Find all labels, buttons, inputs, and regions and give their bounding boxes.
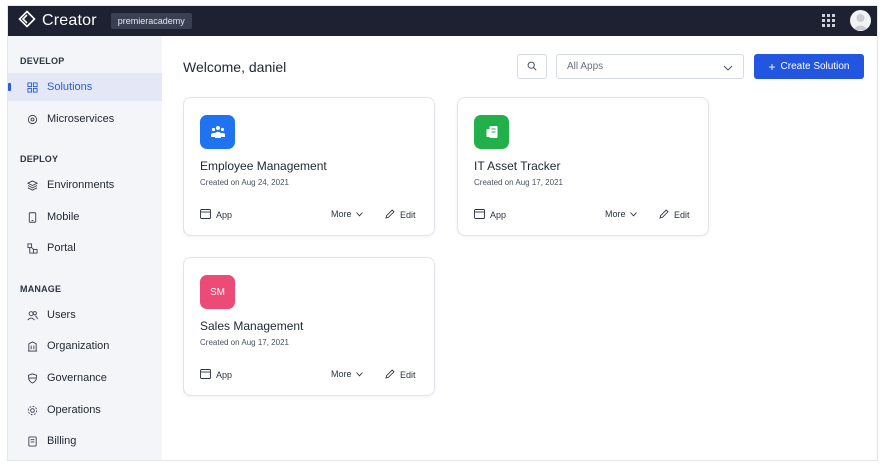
card-edit-button[interactable]: Edit xyxy=(385,209,416,221)
pencil-icon xyxy=(659,209,674,221)
sidebar-item-solutions[interactable]: Solutions xyxy=(8,73,162,101)
microservice-icon xyxy=(26,113,38,125)
people-icon xyxy=(200,115,235,149)
sidebar-item-label: Governance xyxy=(47,372,107,384)
active-indicator xyxy=(8,83,11,91)
card-more-menu[interactable]: More xyxy=(605,209,637,219)
brand-name: Creator xyxy=(42,12,97,29)
card-edit-button[interactable]: Edit xyxy=(659,209,690,221)
organization-icon xyxy=(26,340,38,352)
sidebar-item-label: Organization xyxy=(47,340,110,352)
pencil-icon xyxy=(385,209,400,221)
apps-grid-icon[interactable] xyxy=(822,14,835,27)
mobile-icon xyxy=(26,211,38,223)
sidebar-item-label: Microservices xyxy=(47,113,115,125)
card-title: Employee Management xyxy=(200,159,327,173)
app-filter-select[interactable]: All Apps xyxy=(556,54,744,79)
card-date: Created on Aug 17, 2021 xyxy=(474,178,563,187)
sidebar-item-governance[interactable]: Governance xyxy=(8,364,162,392)
sidebar: DEVELOP Solutions Microservices DEPLOY E… xyxy=(8,36,162,460)
chevron-down-icon xyxy=(352,209,363,219)
app-window-icon xyxy=(474,209,490,221)
shield-icon xyxy=(26,372,38,384)
card-edit-button[interactable]: Edit xyxy=(385,369,416,381)
user-avatar-icon[interactable] xyxy=(850,10,871,31)
card-more-label: More xyxy=(331,369,352,379)
sidebar-item-label: Users xyxy=(47,309,76,321)
card-more-menu[interactable]: More xyxy=(331,209,363,219)
sidebar-item-users[interactable]: Users xyxy=(8,301,162,329)
section-label-develop: DEVELOP xyxy=(20,56,65,66)
chevron-down-icon xyxy=(723,63,733,74)
card-app-link[interactable]: App xyxy=(200,209,232,221)
plus-icon: + xyxy=(768,59,776,74)
card-app-label: App xyxy=(216,370,233,380)
sidebar-item-label: Environments xyxy=(47,179,115,191)
sidebar-item-organization[interactable]: Organization xyxy=(8,332,162,360)
sidebar-item-environments[interactable]: Environments xyxy=(8,171,162,199)
sidebar-item-mobile[interactable]: Mobile xyxy=(8,203,162,231)
sidebar-item-label: Mobile xyxy=(47,211,80,223)
gear-icon xyxy=(26,404,38,416)
sidebar-item-label: Operations xyxy=(47,404,101,416)
app-filter-value: All Apps xyxy=(567,61,604,72)
card-more-label: More xyxy=(605,209,626,219)
brand-logo[interactable]: Creator xyxy=(18,9,97,33)
pencil-icon xyxy=(385,369,400,381)
section-label-manage: MANAGE xyxy=(20,284,62,294)
app-window-icon xyxy=(200,369,216,381)
sidebar-item-operations[interactable]: Operations xyxy=(8,396,162,424)
card-more-menu[interactable]: More xyxy=(331,369,363,379)
create-solution-label: Create Solution xyxy=(780,61,850,72)
layers-icon xyxy=(26,179,38,191)
card-app-label: App xyxy=(216,210,233,220)
search-button[interactable] xyxy=(517,54,547,79)
asset-icon xyxy=(474,115,509,149)
users-icon xyxy=(26,309,38,321)
search-icon xyxy=(527,58,537,76)
card-title: Sales Management xyxy=(200,319,304,333)
card-app-link[interactable]: App xyxy=(474,209,506,221)
sidebar-item-microservices[interactable]: Microservices xyxy=(8,105,162,133)
section-label-deploy: DEPLOY xyxy=(20,154,59,164)
app-window: Creator premieracademy DEVELOP Solutions… xyxy=(7,5,878,461)
chevron-down-icon xyxy=(352,369,363,379)
workspace-badge[interactable]: premieracademy xyxy=(110,13,192,29)
card-app-link[interactable]: App xyxy=(200,369,232,381)
card-edit-label: Edit xyxy=(400,370,416,380)
card-more-label: More xyxy=(331,209,352,219)
sales-management-icon: SM xyxy=(200,275,235,309)
solution-card[interactable]: Employee Management Created on Aug 24, 2… xyxy=(183,97,435,236)
top-bar: Creator premieracademy xyxy=(8,6,877,36)
card-edit-label: Edit xyxy=(400,210,416,220)
page-title: Welcome, daniel xyxy=(183,59,287,75)
app-window-icon xyxy=(200,209,216,221)
sidebar-item-label: Solutions xyxy=(47,81,93,93)
card-title: IT Asset Tracker xyxy=(474,159,561,173)
solution-card[interactable]: IT Asset Tracker Created on Aug 17, 2021… xyxy=(457,97,709,236)
grid-squares-icon xyxy=(26,81,38,93)
solution-card[interactable]: SM Sales Management Created on Aug 17, 2… xyxy=(183,257,435,396)
sidebar-item-billing[interactable]: Billing xyxy=(8,427,162,455)
portal-icon xyxy=(26,242,38,254)
billing-icon xyxy=(26,435,38,447)
sidebar-item-label: Billing xyxy=(47,435,77,447)
chevron-down-icon xyxy=(626,209,637,219)
card-app-label: App xyxy=(490,210,507,220)
sidebar-item-label: Portal xyxy=(47,242,76,254)
main-content: Welcome, daniel All Apps + Create Soluti… xyxy=(162,36,877,460)
create-solution-button[interactable]: + Create Solution xyxy=(754,54,864,79)
sidebar-item-portal[interactable]: Portal xyxy=(8,234,162,262)
creator-logo-icon xyxy=(18,9,36,33)
card-date: Created on Aug 24, 2021 xyxy=(200,178,289,187)
card-edit-label: Edit xyxy=(674,210,690,220)
card-date: Created on Aug 17, 2021 xyxy=(200,338,289,347)
